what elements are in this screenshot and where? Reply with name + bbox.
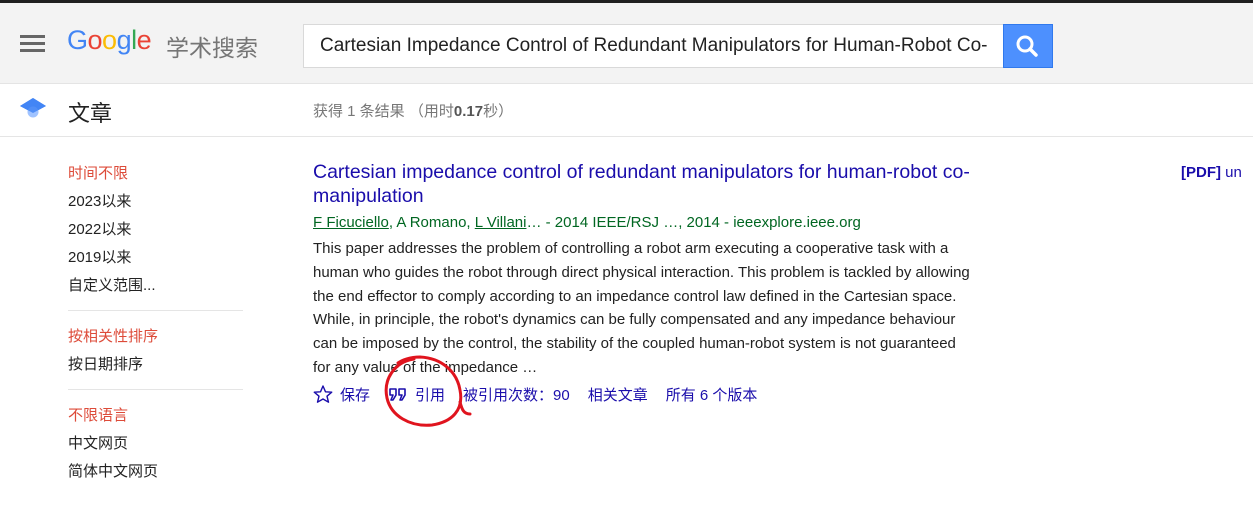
time-filter-group: 时间不限 2023以来 2022以来 2019以来 自定义范围...	[68, 160, 243, 311]
result-stats: 获得 1 条结果 （用时0.17秒）	[313, 100, 513, 121]
search-input[interactable]	[304, 25, 1003, 67]
google-logo[interactable]: Google	[67, 25, 152, 56]
save-label: 保存	[340, 386, 371, 404]
result-title-link[interactable]: Cartesian impedance control of redundant…	[313, 160, 1048, 208]
cite-button[interactable]: 引用	[388, 384, 445, 405]
time-filter-option-2[interactable]: 2022以来	[68, 216, 243, 244]
all-versions-link[interactable]: 所有 6 个版本	[666, 384, 758, 405]
author-link[interactable]: L Villani	[475, 214, 527, 231]
save-button[interactable]: 保存	[313, 384, 370, 405]
stats-time: 0.17	[453, 103, 484, 120]
hamburger-menu-icon[interactable]	[20, 35, 45, 53]
cited-by-link[interactable]: 被引用次数：90	[463, 384, 570, 405]
logo-letter: g	[116, 25, 132, 55]
language-option-0[interactable]: 不限语言	[68, 402, 243, 430]
stats-suffix: 秒）	[483, 103, 514, 120]
sort-option-1[interactable]: 按日期排序	[68, 351, 243, 379]
star-icon	[313, 385, 333, 404]
language-group: 不限语言 中文网页 简体中文网页	[68, 402, 243, 496]
time-filter-option-0[interactable]: 时间不限	[68, 160, 243, 188]
result-source: … - 2014 IEEE/RSJ …, 2014 - ieeexplore.i…	[526, 214, 861, 231]
author-separator: ,	[466, 214, 475, 231]
result-actions: 保存 引用 被引用次数：90 相关文章 所有 6 个版本	[313, 384, 1053, 405]
sort-group: 按相关性排序 按日期排序	[68, 323, 243, 390]
author-name: A Romano	[396, 214, 467, 231]
scholar-cap-icon	[20, 98, 46, 118]
language-option-2[interactable]: 简体中文网页	[68, 458, 243, 486]
language-option-1[interactable]: 中文网页	[68, 430, 243, 458]
search-box[interactable]	[303, 24, 1003, 68]
header: Google 学术搜索	[0, 3, 1253, 84]
sidebar: 时间不限 2023以来 2022以来 2019以来 自定义范围... 按相关性排序 按日期…	[68, 160, 243, 508]
logo-letter: o	[87, 25, 103, 55]
logo-letter: e	[136, 25, 152, 55]
result-authors-line: F Ficuciello, A Romano, L Villani… - 201…	[313, 213, 1053, 233]
result-snippet: This paper addresses the problem of cont…	[313, 240, 970, 376]
time-filter-option-1[interactable]: 2023以来	[68, 188, 243, 216]
author-link[interactable]: F Ficuciello	[313, 214, 389, 231]
time-filter-option-4[interactable]: 自定义范围...	[68, 272, 243, 300]
time-filter-option-3[interactable]: 2019以来	[68, 244, 243, 272]
quote-icon	[389, 388, 406, 402]
search-button[interactable]	[1003, 24, 1053, 68]
logo-letter: o	[102, 25, 117, 55]
logo-suffix: 学术搜索	[166, 35, 258, 61]
pdf-source: un	[1225, 164, 1242, 181]
pdf-link[interactable]: [PDF] un	[1181, 164, 1242, 181]
search-result: Cartesian impedance control of redundant…	[313, 160, 1053, 405]
subheader: 文章 获得 1 条结果 （用时0.17秒）	[0, 84, 1253, 137]
logo-letter: G	[67, 25, 88, 55]
related-articles-link[interactable]: 相关文章	[588, 384, 648, 405]
search-icon	[1016, 35, 1038, 57]
sort-option-0[interactable]: 按相关性排序	[68, 323, 243, 351]
stats-prefix: 获得 1 条结果 （用时	[313, 103, 454, 120]
cite-label: 引用	[415, 386, 446, 404]
pdf-tag: [PDF]	[1181, 164, 1221, 181]
section-title[interactable]: 文章	[68, 96, 112, 128]
